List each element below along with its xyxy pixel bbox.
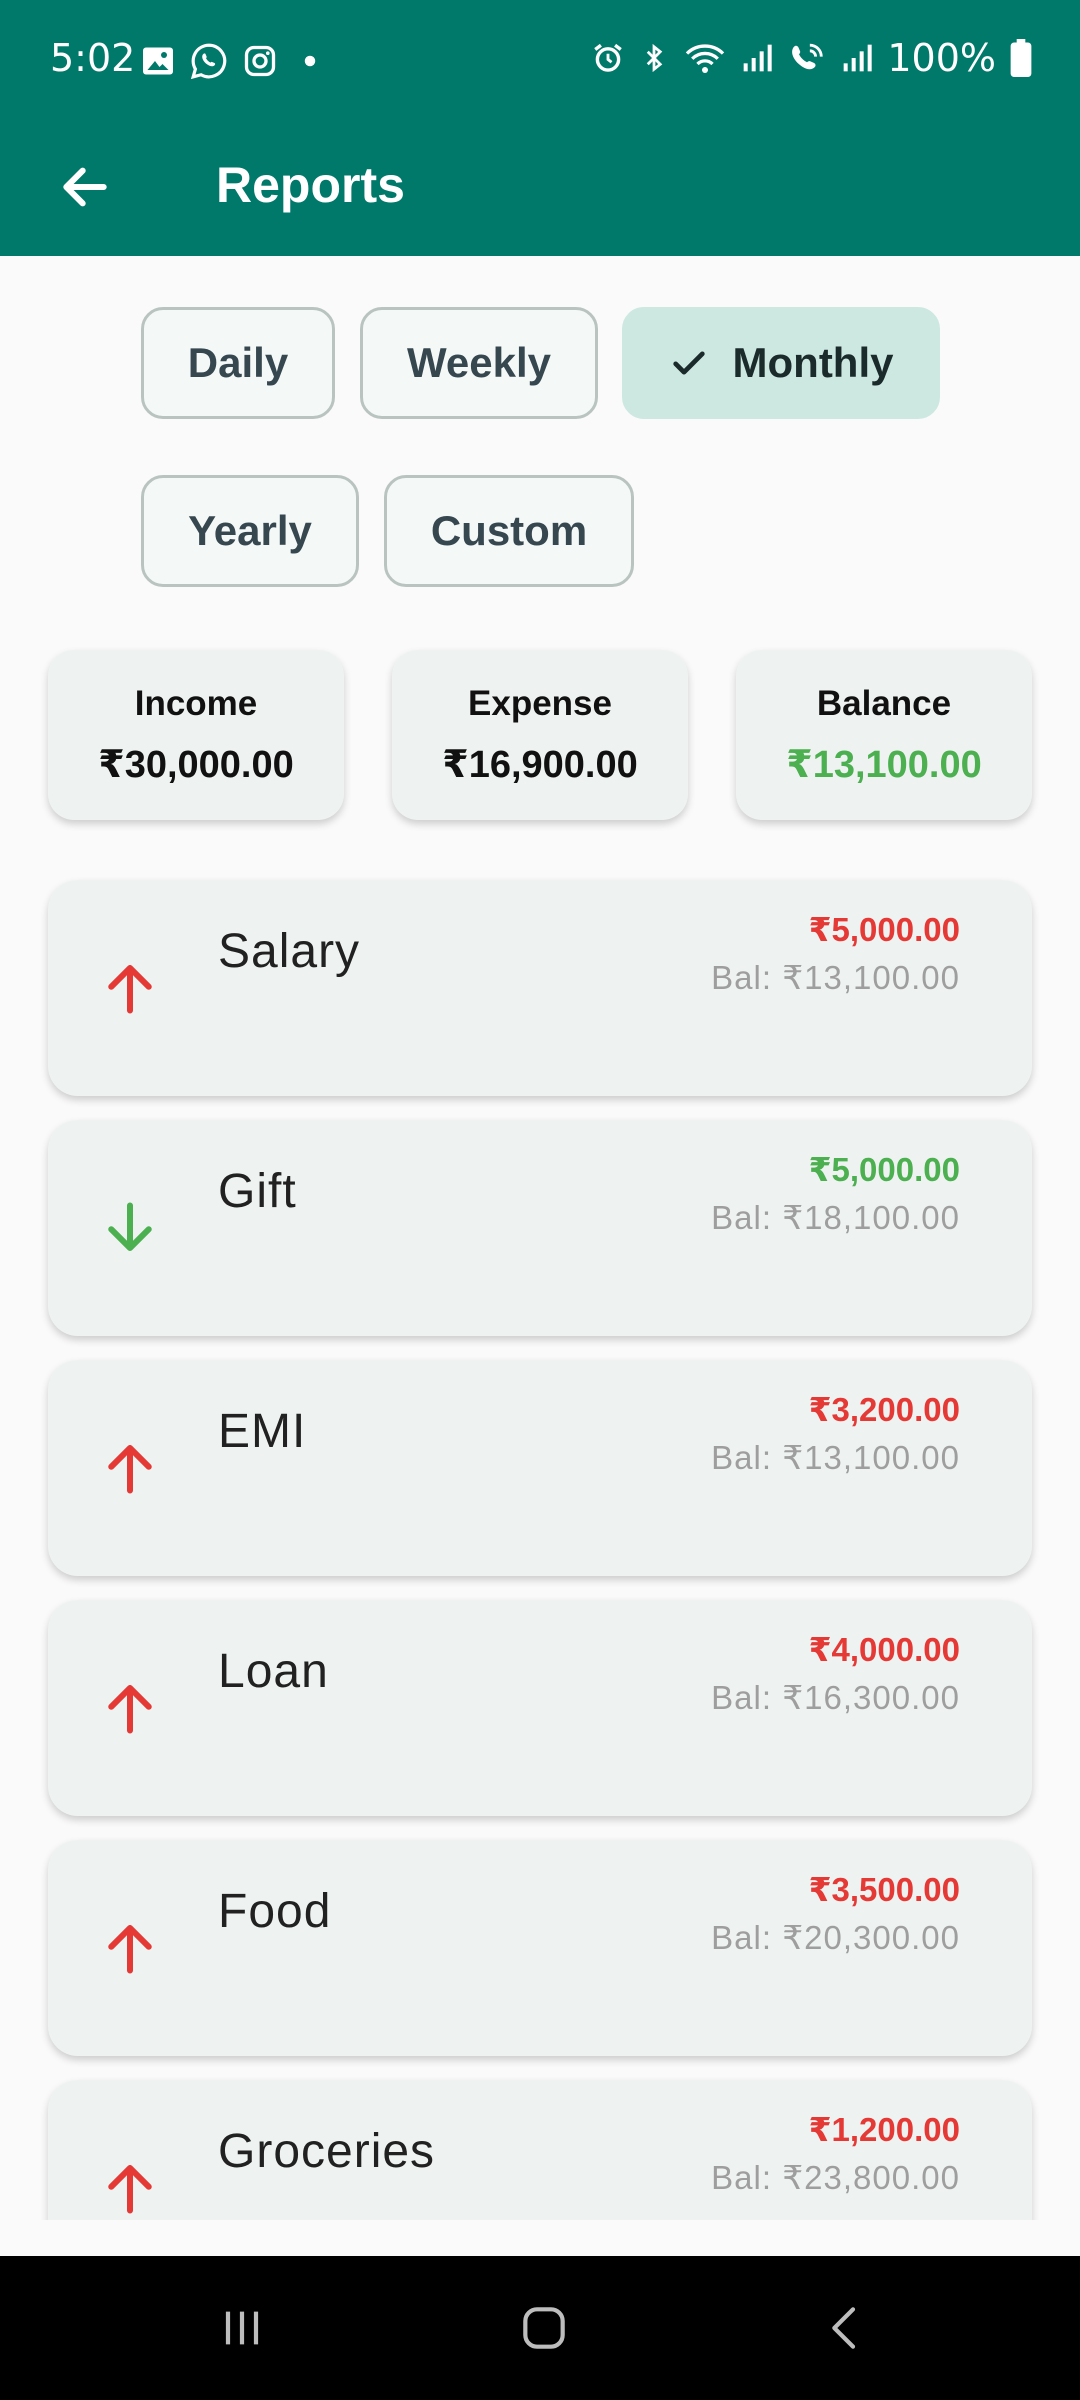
status-time: 5:02 [50, 36, 136, 80]
transaction-name: Groceries [218, 2125, 436, 2178]
expense-summary-card: Expense ₹16,900.00 [392, 650, 688, 820]
transaction-item[interactable]: Salary ₹5,000.00 Bal: ₹13,100.00 [48, 880, 1032, 1096]
transaction-amount: ₹5,000.00 [808, 1151, 960, 1188]
transaction-item[interactable]: Food ₹3,500.00 Bal: ₹20,300.00 [48, 1840, 1032, 2056]
chip-label: Yearly [188, 507, 312, 554]
navigation-bar [0, 2256, 1080, 2400]
chip-label: Daily [187, 339, 289, 386]
transaction-balance: Bal: ₹18,100.00 [711, 1199, 960, 1236]
transaction-name: Food [218, 1885, 332, 1938]
transaction-amount: ₹3,500.00 [808, 1871, 960, 1908]
transaction-name: Gift [218, 1165, 297, 1218]
whatsapp-icon [190, 42, 228, 80]
transaction-balance: Bal: ₹16,300.00 [711, 1679, 960, 1716]
status-system-icons: 100% [591, 36, 1032, 80]
balance-value: ₹13,100.00 [786, 743, 982, 786]
back-button[interactable] [40, 142, 130, 232]
reports-screen: 5:02 100% Reports Daily Weekly Monthly Y… [0, 0, 1080, 2400]
bluetooth-icon [639, 40, 669, 76]
filter-chip-monthly[interactable]: Monthly [622, 307, 940, 419]
expense-value: ₹16,900.00 [442, 743, 638, 786]
arrow-up-icon [108, 2165, 152, 2214]
transaction-item[interactable]: Gift ₹5,000.00 Bal: ₹18,100.00 [48, 1120, 1032, 1336]
top-bar: 5:02 100% Reports [0, 0, 1080, 256]
transaction-balance: Bal: ₹13,100.00 [711, 1439, 960, 1476]
filter-chip-daily[interactable]: Daily [141, 307, 335, 419]
expense-label: Expense [468, 683, 612, 723]
transaction-amount: ₹3,200.00 [808, 1391, 960, 1428]
income-value: ₹30,000.00 [98, 743, 294, 786]
balance-summary-card: Balance ₹13,100.00 [736, 650, 1032, 820]
arrow-up-icon [108, 1685, 152, 1734]
page-title: Reports [216, 157, 405, 213]
transaction-item[interactable]: Loan ₹4,000.00 Bal: ₹16,300.00 [48, 1600, 1032, 1816]
transaction-name: Salary [218, 925, 361, 978]
system-back-button[interactable] [801, 2288, 891, 2368]
transaction-name: EMI [218, 1405, 307, 1458]
arrow-down-icon [108, 1202, 152, 1251]
filter-chip-custom[interactable]: Custom [384, 475, 634, 587]
transaction-list[interactable]: Salary ₹5,000.00 Bal: ₹13,100.00 Gift ₹5… [0, 860, 1080, 2220]
chip-label: Monthly [732, 339, 894, 386]
arrow-up-icon [108, 965, 152, 1014]
status-bar: 5:02 100% [0, 0, 1080, 120]
status-notification-icons [140, 42, 328, 80]
signal-icon [741, 42, 773, 74]
transaction-name: Loan [218, 1645, 329, 1698]
transaction-balance: Bal: ₹20,300.00 [711, 1919, 960, 1956]
transaction-amount: ₹1,200.00 [808, 2111, 960, 2148]
home-button[interactable] [499, 2288, 589, 2368]
arrow-left-icon [63, 167, 107, 207]
transaction-item[interactable]: Groceries ₹1,200.00 Bal: ₹23,800.00 [48, 2080, 1032, 2220]
balance-label: Balance [816, 683, 952, 723]
filter-chip-weekly[interactable]: Weekly [360, 307, 598, 419]
dot-icon [292, 43, 328, 79]
signal-icon [841, 42, 873, 74]
home-icon [523, 2307, 565, 2349]
battery-icon [1010, 39, 1032, 77]
transaction-amount: ₹5,000.00 [808, 911, 960, 948]
instagram-icon [242, 43, 278, 79]
gallery-icon [140, 43, 176, 79]
battery-percent: 100% [887, 36, 996, 80]
transaction-amount: ₹4,000.00 [808, 1631, 960, 1668]
chip-label: Custom [430, 507, 588, 554]
arrow-up-icon [108, 1445, 152, 1494]
app-bar: Reports [0, 120, 1080, 256]
income-label: Income [134, 683, 258, 723]
wifi-call-icon [787, 40, 827, 76]
transaction-balance: Bal: ₹23,800.00 [711, 2159, 960, 2196]
wifi-icon [683, 40, 727, 76]
alarm-icon [591, 41, 625, 75]
income-summary-card: Income ₹30,000.00 [48, 650, 344, 820]
transaction-item[interactable]: EMI ₹3,200.00 Bal: ₹13,100.00 [48, 1360, 1032, 1576]
arrow-up-icon [108, 1925, 152, 1974]
chip-label: Weekly [407, 339, 551, 386]
back-icon [832, 2307, 856, 2349]
check-icon [672, 351, 705, 375]
recent-apps-button[interactable] [197, 2288, 287, 2368]
recent-apps-icon [225, 2311, 259, 2345]
filter-chip-yearly[interactable]: Yearly [141, 475, 359, 587]
transaction-balance: Bal: ₹13,100.00 [711, 959, 960, 996]
